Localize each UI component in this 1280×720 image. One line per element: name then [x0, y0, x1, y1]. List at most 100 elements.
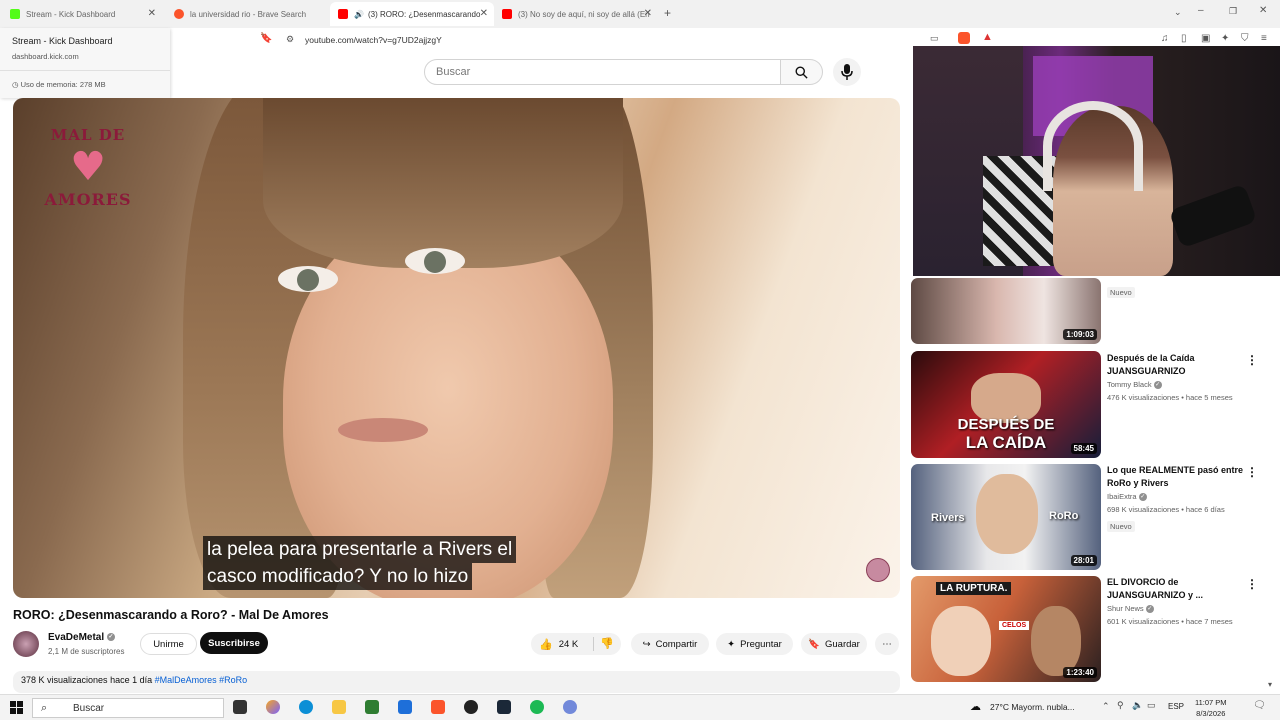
join-button[interactable]: Unirme	[140, 633, 197, 655]
leo-ai-icon[interactable]: ✦	[1221, 33, 1229, 44]
memory-usage-label: Uso de memoria: 278 MB	[20, 80, 106, 89]
webcam-frame	[1043, 101, 1143, 191]
new-badge: Nuevo	[1107, 521, 1135, 532]
verified-icon: ✓	[1145, 605, 1154, 614]
save-button[interactable]: 🔖 Guardar	[801, 633, 867, 655]
more-options-icon[interactable]: ⋮	[1246, 465, 1258, 479]
vpn-icon[interactable]: ⛉	[1241, 33, 1249, 44]
save-label: Guardar	[824, 638, 860, 650]
thumbs-down-icon[interactable]: 👎	[600, 637, 614, 650]
ask-label: Preguntar	[740, 638, 782, 650]
recommended-video-title: Después de la Caída JUANSGUARNIZO	[1107, 353, 1195, 376]
windows-taskbar: ⌕ Buscar ☁ 27°C Mayorm. nubla... ⌃ ⚲ 🔈 ▭…	[0, 694, 1280, 720]
file-explorer-icon[interactable]	[332, 700, 346, 714]
voice-search-button[interactable]	[833, 58, 861, 86]
tray-chevron-icon[interactable]: ⌃	[1102, 701, 1110, 712]
recommended-video-info[interactable]: Nuevo	[1107, 282, 1247, 300]
task-view-icon[interactable]	[233, 700, 247, 714]
obs-icon[interactable]	[464, 700, 478, 714]
tab-kick-dashboard[interactable]: Stream - Kick Dashboard ✕	[2, 2, 162, 26]
tab-label: Stream - Kick Dashboard	[26, 9, 116, 19]
spotify-icon[interactable]	[530, 700, 544, 714]
share-button[interactable]: ↪ Compartir	[631, 633, 709, 655]
weather-icon[interactable]: ☁	[970, 700, 981, 713]
edge-icon[interactable]	[299, 700, 313, 714]
tab-youtube-no-soy[interactable]: (3) No soy de aquí, ni soy de allá (En ✕	[494, 2, 658, 26]
microphone-icon	[841, 64, 853, 80]
tab-youtube-roro[interactable]: 🔊 (3) RORO: ¿Desenmascarando ✕	[330, 2, 494, 26]
recommended-video-thumbnail[interactable]: DESPUÉS DE LA CAÍDA 58:45	[911, 351, 1101, 458]
recommended-video-info[interactable]: EL DIVORCIO de JUANSGUARNIZO y ... Shur …	[1107, 576, 1247, 628]
recommended-video-channel: IbaiExtra ✓	[1107, 490, 1247, 503]
battery-icon[interactable]: ▭	[1147, 700, 1156, 711]
more-options-icon[interactable]: ⋮	[1246, 353, 1258, 367]
verified-icon: ✓	[106, 633, 115, 642]
brave-shields-icon[interactable]	[958, 32, 970, 44]
close-icon[interactable]: ✕	[644, 8, 652, 19]
app-icon[interactable]	[398, 700, 412, 714]
recommended-video-thumbnail[interactable]: LA RUPTURA. CELOS 1:23:40	[911, 576, 1101, 682]
tab-strip: Stream - Kick Dashboard ✕ la universidad…	[0, 0, 1280, 28]
wallet-icon[interactable]: ▣	[1201, 33, 1210, 44]
minimize-icon[interactable]: –	[1198, 5, 1204, 16]
close-icon[interactable]: ✕	[480, 8, 488, 19]
logo-text: AMORES	[44, 190, 132, 209]
hashtags[interactable]: #MalDeAmores #RoRo	[155, 675, 248, 685]
more-actions-button[interactable]: ⋯	[875, 633, 899, 655]
recommended-video-thumbnail[interactable]: Rivers RoRo 28:01	[911, 464, 1101, 570]
brave-icon[interactable]	[431, 700, 445, 714]
volume-icon[interactable]: 🔈	[1132, 700, 1143, 711]
maximize-icon[interactable]: ❐	[1229, 6, 1237, 17]
site-info-icon[interactable]: ⚙	[286, 34, 294, 45]
subscribe-button[interactable]: Suscribirse	[200, 632, 268, 654]
cast-icon[interactable]: ▭	[930, 33, 939, 44]
more-options-icon[interactable]: ⋮	[1246, 577, 1258, 591]
video-frame	[405, 248, 465, 274]
tab-brave-search[interactable]: la universidad rio - Brave Search	[166, 2, 326, 26]
like-button[interactable]: 👍 24 K 👎	[531, 633, 621, 655]
taskbar-search-label: Buscar	[73, 703, 105, 714]
recommended-video-info[interactable]: Lo que REALMENTE pasó entre RoRo y River…	[1107, 464, 1247, 534]
channel-avatar[interactable]	[13, 631, 39, 657]
chevron-down-icon[interactable]: ⌄	[1174, 7, 1182, 18]
copilot-icon[interactable]	[266, 700, 280, 714]
network-icon[interactable]: ⚲	[1117, 700, 1124, 711]
channel-watermark-icon[interactable]	[866, 558, 890, 582]
scroll-down-icon[interactable]: ▾	[1268, 680, 1272, 689]
steam-icon[interactable]	[497, 700, 511, 714]
menu-icon[interactable]: ≡	[1261, 33, 1267, 44]
windows-start-icon[interactable]	[10, 701, 23, 714]
store-icon[interactable]	[365, 700, 379, 714]
media-icon[interactable]: ♫	[1161, 33, 1169, 44]
close-icon[interactable]: ✕	[148, 8, 156, 19]
recommended-video-info[interactable]: Después de la Caída JUANSGUARNIZO Tommy …	[1107, 352, 1247, 404]
notifications-icon[interactable]: 🗨	[1253, 700, 1266, 711]
hover-card-title: Stream - Kick Dashboard	[12, 36, 113, 46]
discord-icon[interactable]	[563, 700, 577, 714]
video-duration: 28:01	[1070, 555, 1097, 566]
new-tab-icon[interactable]: +	[664, 6, 671, 20]
weather-text[interactable]: 27°C Mayorm. nubla...	[990, 702, 1075, 712]
brave-rewards-icon[interactable]: ▲	[982, 31, 993, 43]
more-icon: ⋯	[882, 638, 892, 650]
ask-button[interactable]: ✦ Preguntar	[716, 633, 793, 655]
thumbnail-image	[1031, 606, 1081, 676]
channel-name[interactable]: EvaDeMetal ✓	[48, 632, 115, 643]
description-box[interactable]: 378 K visualizaciones hace 1 día #MalDeA…	[13, 671, 900, 693]
recommended-video-title: EL DIVORCIO de JUANSGUARNIZO y ...	[1107, 577, 1204, 600]
subscriber-count: 2,1 M de suscriptores	[48, 647, 125, 656]
taskbar-search-input[interactable]: ⌕ Buscar	[32, 698, 224, 718]
address-bar[interactable]: youtube.com/watch?v=g7UD2ajjzgY	[305, 35, 442, 45]
mal-de-amores-logo: MAL DE ♥ AMORES	[43, 126, 133, 236]
memory-usage: ◷ Uso de memoria: 278 MB	[12, 80, 106, 89]
input-language[interactable]: ESP	[1168, 702, 1184, 711]
search-input[interactable]: Buscar	[424, 59, 781, 85]
recommended-video-thumbnail[interactable]: 1:09:03	[911, 278, 1101, 344]
bookmark-icon[interactable]: 🔖	[260, 33, 272, 44]
video-player[interactable]: MAL DE ♥ AMORES la pelea para presentarl…	[13, 98, 900, 598]
sidebar-icon[interactable]: ▯	[1181, 33, 1187, 44]
system-clock[interactable]: 11:07 PM 8/3/2026	[1195, 697, 1227, 719]
speaker-icon[interactable]: 🔊	[354, 10, 364, 19]
window-close-icon[interactable]: ✕	[1259, 5, 1267, 16]
search-button[interactable]	[781, 59, 823, 85]
